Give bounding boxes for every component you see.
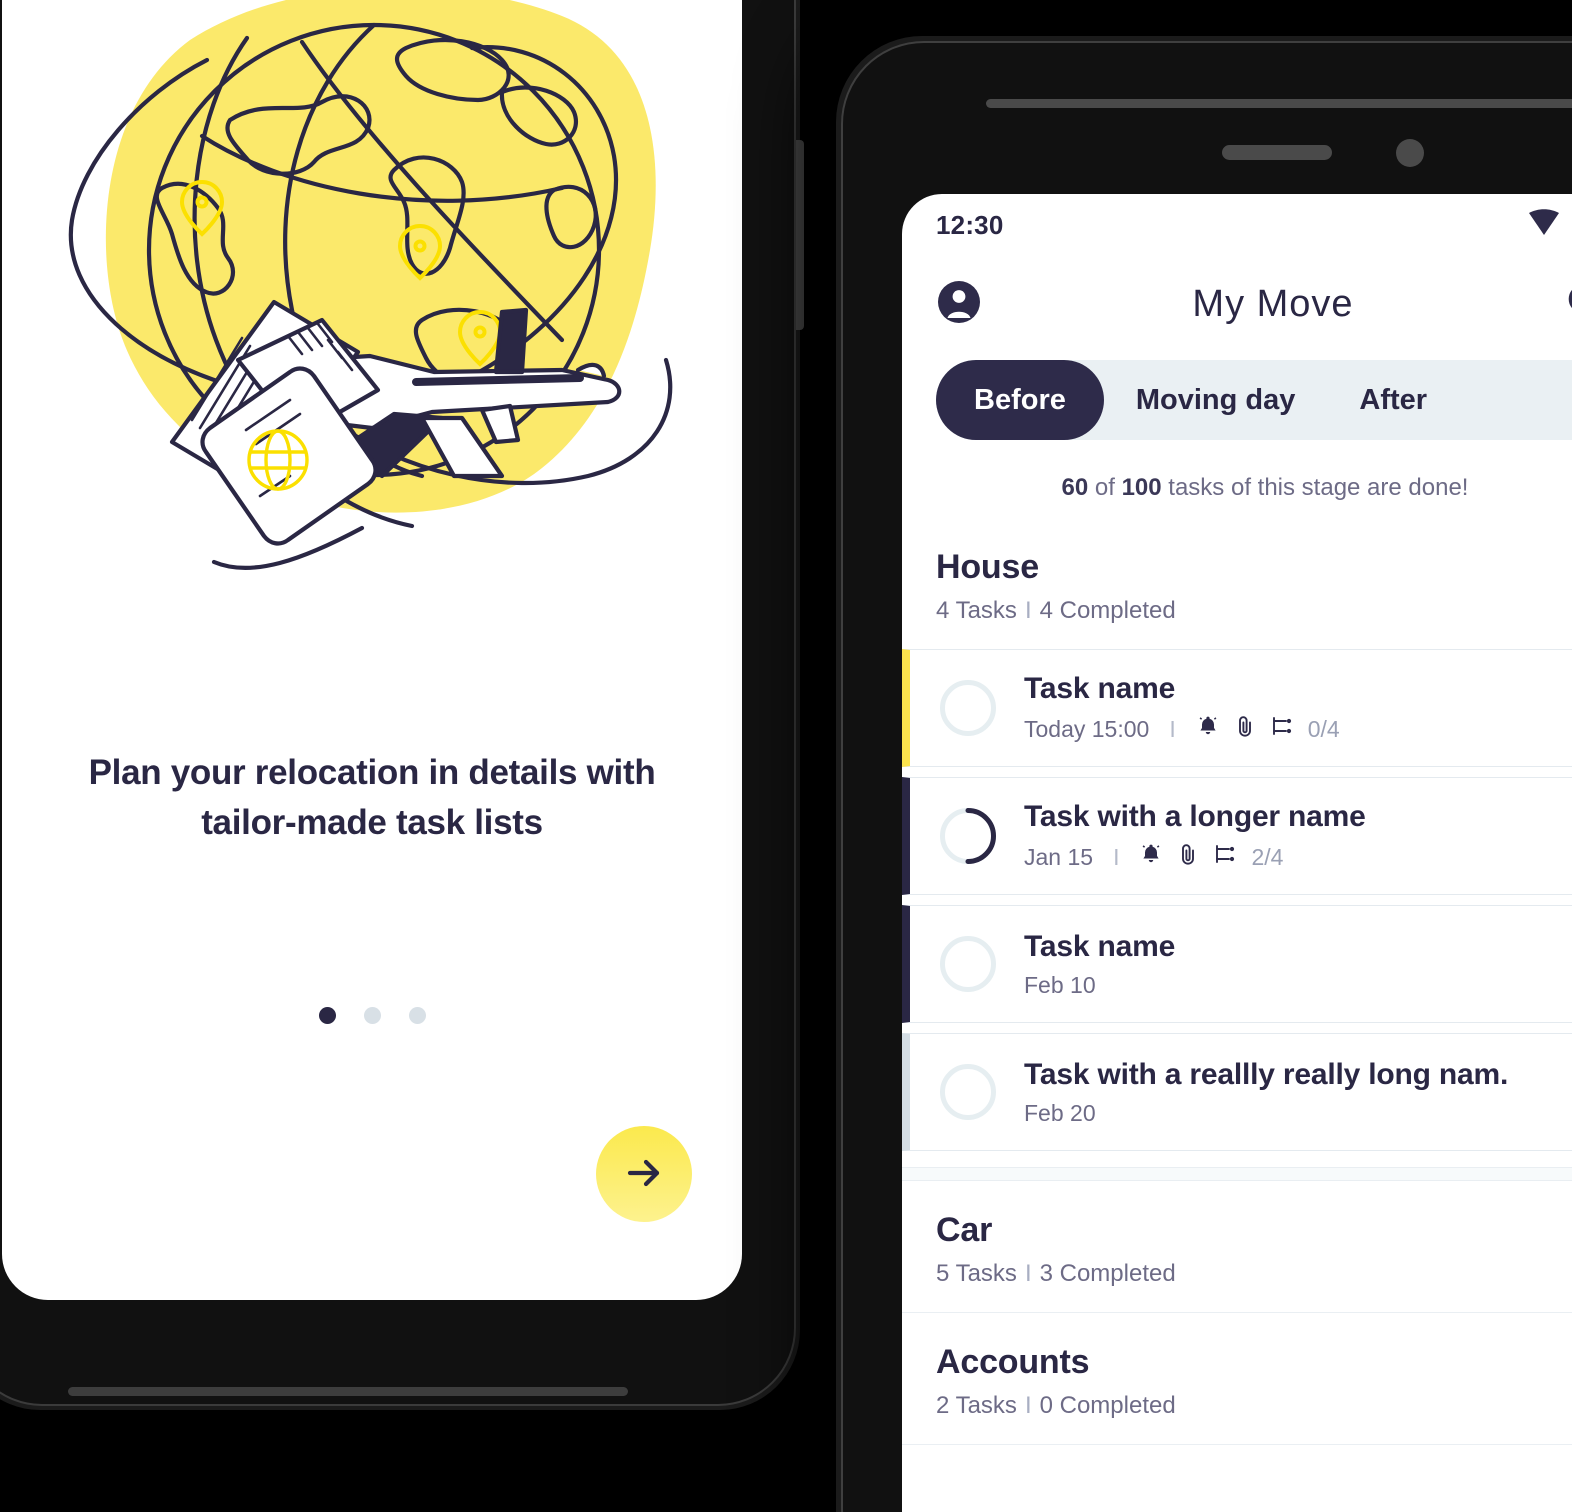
tab-after[interactable]: After (1327, 360, 1459, 440)
task-subline-separator: I (1169, 715, 1176, 742)
phone-right-top-grill (986, 99, 1572, 108)
task-subtask-count: 0/4 (1307, 715, 1340, 742)
app-phone-device: 12:30 My Move Before Moving day After 60… (836, 36, 1572, 1512)
task-progress-circle[interactable] (940, 680, 996, 736)
progress-done-count: 60 (1061, 474, 1089, 501)
bell-icon (1196, 714, 1220, 744)
pager-dot-2[interactable] (363, 1007, 381, 1025)
tab-moving-day[interactable]: Moving day (1104, 360, 1328, 440)
section-completed-count: 0 Completed (1039, 1392, 1176, 1419)
globe-plane-passport-illustration (2, 0, 742, 640)
phone-right-earpiece (1222, 145, 1332, 160)
section-meta-separator: I (1024, 1260, 1032, 1287)
task-title: Task name (1024, 672, 1176, 705)
section-task-count: 2 Tasks (936, 1392, 1017, 1419)
subtask-icon (1270, 715, 1296, 743)
section-meta: 5 Tasks I 3 Completed (936, 1260, 1572, 1288)
progress-of-word: of (1088, 474, 1122, 501)
tab-before[interactable]: Before (936, 360, 1104, 440)
section-divider (902, 1167, 1572, 1181)
task-title: Task name (1024, 929, 1176, 963)
status-bar-time: 12:30 (936, 209, 1004, 240)
task-date: Jan 15 (1024, 843, 1094, 870)
stage-tab-bar[interactable]: Before Moving day After (936, 360, 1572, 440)
progress-total-count: 100 (1121, 474, 1162, 501)
section-name: Car (936, 1211, 993, 1249)
section-name: Accounts (936, 1343, 1090, 1381)
section-meta: 4 Tasks I 4 Completed (936, 597, 1572, 625)
subtask-icon (1213, 843, 1239, 871)
app-bar: My Move (902, 256, 1572, 352)
next-fab-button[interactable] (596, 1126, 692, 1222)
progress-ring-track (940, 1064, 996, 1120)
onboarding-headline: Plan your relocation in details with tai… (88, 753, 656, 842)
section-task-count: 5 Tasks (936, 1260, 1017, 1287)
onboarding-screen: Plan your relocation in details with tai… (2, 0, 742, 1300)
bell-icon (1139, 842, 1163, 872)
account-circle-icon[interactable] (936, 279, 982, 330)
progress-ring-track (940, 680, 996, 736)
screenshot-stage: Plan your relocation in details with tai… (0, 0, 1572, 1512)
progress-tail-text: tasks of this stage are done! (1161, 474, 1469, 501)
task-texts: Task name Feb 10 (1024, 930, 1572, 999)
pager-dot-3[interactable] (408, 1007, 426, 1025)
task-subline-separator: I (1113, 843, 1120, 870)
task-progress-circle[interactable] (940, 936, 996, 992)
phone-right-front-camera (1396, 139, 1424, 167)
task-row[interactable]: Task name Feb 10 (902, 905, 1572, 1023)
paperclip-icon (1234, 714, 1256, 744)
task-date: Today 15:00 (1024, 715, 1150, 742)
section-header-car[interactable]: Car 5 Tasks I 3 Completed (902, 1199, 1572, 1294)
stage-progress-note: 60 of 100 tasks of this stage are done! (902, 440, 1572, 536)
arrow-right-icon (620, 1149, 668, 1200)
section-header-accounts[interactable]: Accounts 2 Tasks I 0 Completed (902, 1331, 1572, 1426)
section-completed-count: 3 Completed (1039, 1260, 1176, 1287)
section-meta-separator: I (1024, 597, 1032, 624)
section-task-count: 4 Tasks (936, 597, 1017, 624)
wifi-icon (1526, 207, 1562, 244)
task-subline: Today 15:00 I 0/4 (1024, 714, 1572, 744)
section-block-accounts[interactable]: Accounts 2 Tasks I 0 Completed (902, 1313, 1572, 1445)
app-screen: 12:30 My Move Before Moving day After 60… (902, 194, 1572, 1512)
section-header-house[interactable]: House 4 Tasks I 4 Completed (902, 536, 1572, 631)
task-title: Task with a longer name (1024, 800, 1366, 833)
task-meta-icons (1196, 714, 1296, 744)
task-progress-circle[interactable] (940, 808, 996, 864)
section-name: House (936, 548, 1039, 586)
phone-left-power-button[interactable] (796, 140, 804, 330)
status-bar: 12:30 (902, 194, 1572, 256)
onboarding-pager-dots[interactable] (2, 1007, 742, 1025)
section-meta-separator: I (1024, 1392, 1032, 1419)
task-texts: Task name Today 15:00 I 0/4 (1024, 672, 1572, 744)
task-subline: Feb 10 (1024, 972, 1572, 999)
task-texts: Task with a longer name Jan 15 I 2/4 (1024, 800, 1572, 872)
progress-ring-track (940, 936, 996, 992)
task-subtask-count: 2/4 (1251, 843, 1284, 870)
phone-left-bottom-speaker (68, 1387, 628, 1396)
task-subline: Feb 20 (1024, 1100, 1572, 1127)
progress-ring-fill (940, 808, 996, 864)
status-bar-icons (1526, 207, 1572, 244)
signal-icon (1568, 207, 1572, 244)
task-progress-circle[interactable] (940, 1064, 996, 1120)
paperclip-icon (1177, 842, 1199, 872)
search-icon[interactable] (1564, 280, 1572, 329)
section-completed-count: 4 Completed (1039, 597, 1176, 624)
task-title: Task with a reallly really long nam. (1024, 1057, 1509, 1091)
task-date: Feb 10 (1024, 971, 1096, 998)
onboarding-phone-device: Plan your relocation in details with tai… (0, 0, 804, 1410)
section-block-car[interactable]: Car 5 Tasks I 3 Completed (902, 1181, 1572, 1313)
task-meta-icons (1139, 842, 1239, 872)
task-list-house: Task name Today 15:00 I 0/4 Task with a … (902, 649, 1572, 1151)
task-date: Feb 20 (1024, 1099, 1096, 1126)
page-title: My Move (1192, 282, 1354, 325)
pager-dot-1[interactable] (318, 1007, 336, 1025)
task-subline: Jan 15 I 2/4 (1024, 842, 1572, 872)
task-row[interactable]: Task with a longer name Jan 15 I 2/4 (902, 777, 1572, 895)
task-row[interactable]: Task with a reallly really long nam. Feb… (902, 1033, 1572, 1151)
task-row[interactable]: Task name Today 15:00 I 0/4 (902, 649, 1572, 767)
section-meta: 2 Tasks I 0 Completed (936, 1392, 1572, 1420)
task-texts: Task with a reallly really long nam. Feb… (1024, 1058, 1572, 1127)
